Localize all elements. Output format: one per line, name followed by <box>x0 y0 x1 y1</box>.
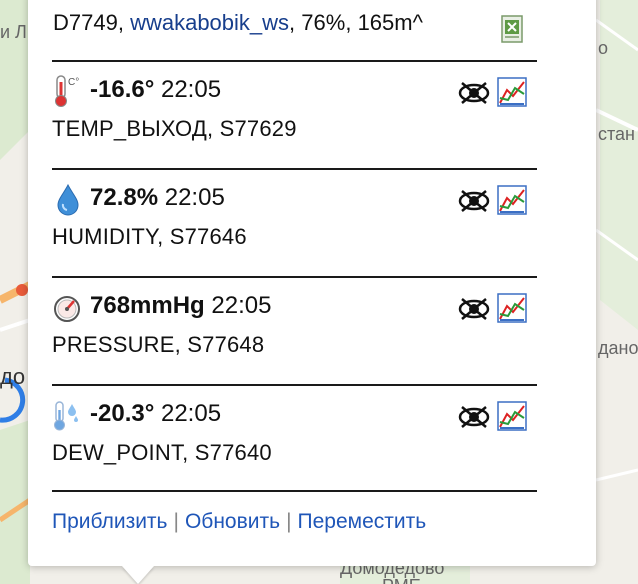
gauge-icon <box>52 290 82 324</box>
sensor-time: 22:05 <box>160 400 222 427</box>
sensor-name: TEMP_ВЫХОД, S77629 <box>52 116 297 141</box>
sensor-row-humidity: 72.8% 22:05 HUMIDITY, S77646 <box>52 170 537 274</box>
sensor-reading: -20.3° 22:05 <box>90 400 221 428</box>
map-label: дано <box>598 338 638 358</box>
footer-separator: | <box>286 510 292 533</box>
hide-sensor-icon[interactable] <box>457 295 491 323</box>
thermometer-icon: C° <box>52 74 82 108</box>
popup-tail <box>122 566 154 584</box>
zoom-link[interactable]: Приблизить <box>52 510 168 533</box>
hide-sensor-icon[interactable] <box>457 79 491 107</box>
sensor-reading: 72.8% 22:05 <box>90 184 225 212</box>
sensor-row-temperature: C° -16.6° 22:05 TEMP_ВЫХОД, S77629 <box>52 62 537 166</box>
sensor-time: 22:05 <box>211 292 272 319</box>
sensor-value: 768mmHg <box>90 292 205 319</box>
sensor-name: PRESSURE, S77648 <box>52 332 265 357</box>
sensor-value: -20.3° <box>90 400 155 427</box>
sensor-name: HUMIDITY, S77646 <box>52 224 247 249</box>
sensor-row-dew-point: -20.3° 22:05 DEW_POINT, S77640 <box>52 386 537 490</box>
station-header: D7749, wwakabobik_ws, 76%, 165m^ <box>53 10 423 35</box>
divider <box>52 490 537 492</box>
map-label: РМЕ <box>382 576 421 584</box>
sensor-row-pressure: 768mmHg 22:05 PRESSURE, S77648 <box>52 278 537 382</box>
refresh-link[interactable]: Обновить <box>185 510 280 533</box>
chart-icon[interactable] <box>496 184 528 216</box>
sensor-name: DEW_POINT, S77640 <box>52 440 272 465</box>
map-label: и Л <box>0 22 27 42</box>
sensor-reading: -16.6° 22:05 <box>90 76 221 104</box>
chart-icon[interactable] <box>496 292 528 324</box>
water-drop-icon <box>52 182 82 216</box>
sensor-value: -16.6° <box>90 76 155 103</box>
excel-icon[interactable] <box>500 12 526 44</box>
chart-icon[interactable] <box>496 400 528 432</box>
station-id: D7749 <box>53 10 118 35</box>
station-battery: 76% <box>301 10 346 35</box>
station-name-link[interactable]: wwakabobik_ws <box>130 10 289 35</box>
sensor-time: 22:05 <box>164 184 225 211</box>
map-label: о <box>598 38 609 58</box>
sensor-value: 72.8% <box>90 184 159 211</box>
popup-footer: Приблизить | Обновить | Переместить <box>52 510 426 534</box>
svg-text:C°: C° <box>68 77 79 88</box>
hide-sensor-icon[interactable] <box>457 187 491 215</box>
sensor-reading: 768mmHg 22:05 <box>90 292 271 320</box>
map-label: до <box>0 364 26 389</box>
footer-separator: | <box>173 510 179 533</box>
sensor-time: 22:05 <box>160 76 222 103</box>
move-link[interactable]: Переместить <box>298 510 427 533</box>
chart-icon[interactable] <box>496 76 528 108</box>
station-signal: 165m^ <box>357 10 423 35</box>
dew-point-icon <box>52 398 82 432</box>
hide-sensor-icon[interactable] <box>457 403 491 431</box>
map-label: стан <box>598 124 635 144</box>
